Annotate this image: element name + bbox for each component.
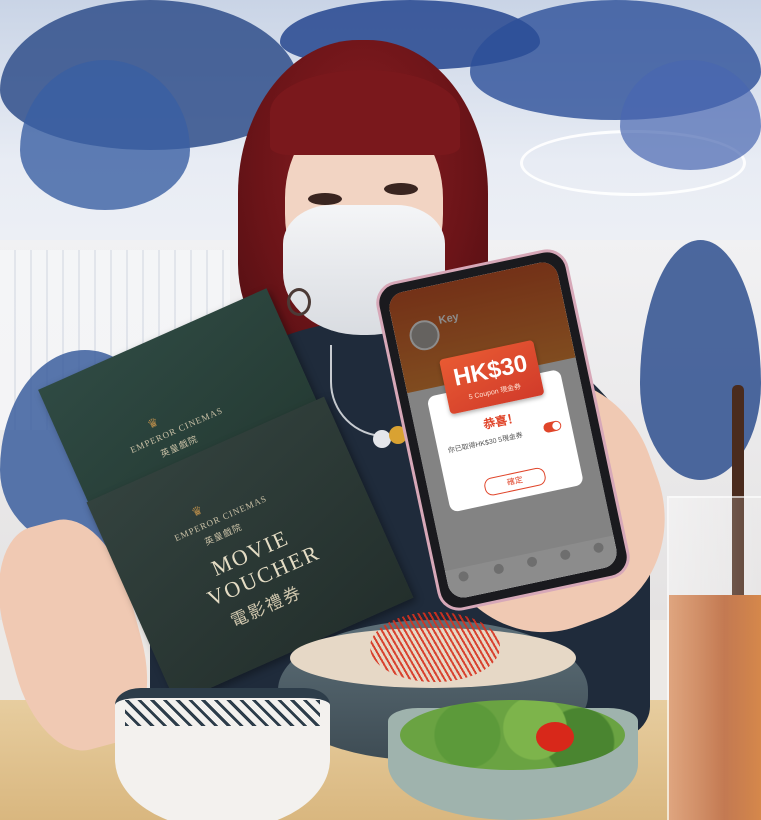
bowl-pattern [125,700,320,726]
crown-icon: ♛ [189,502,205,520]
cherry-tomato [536,722,574,752]
bangs [270,70,460,155]
salad-greens [400,700,625,770]
crown-icon: ♛ [145,414,161,432]
confirm-button[interactable]: 確定 [482,466,548,497]
glass [667,496,761,820]
reward-toggle[interactable] [542,419,563,434]
right-eye [384,183,418,195]
earring [287,288,311,316]
photo-scene: ♛ EMPEROR CINEMAS 英皇戲院 MOVIE ♛ EMPEROR C… [0,0,761,820]
chili-threads [370,612,500,682]
left-eye [308,193,342,205]
